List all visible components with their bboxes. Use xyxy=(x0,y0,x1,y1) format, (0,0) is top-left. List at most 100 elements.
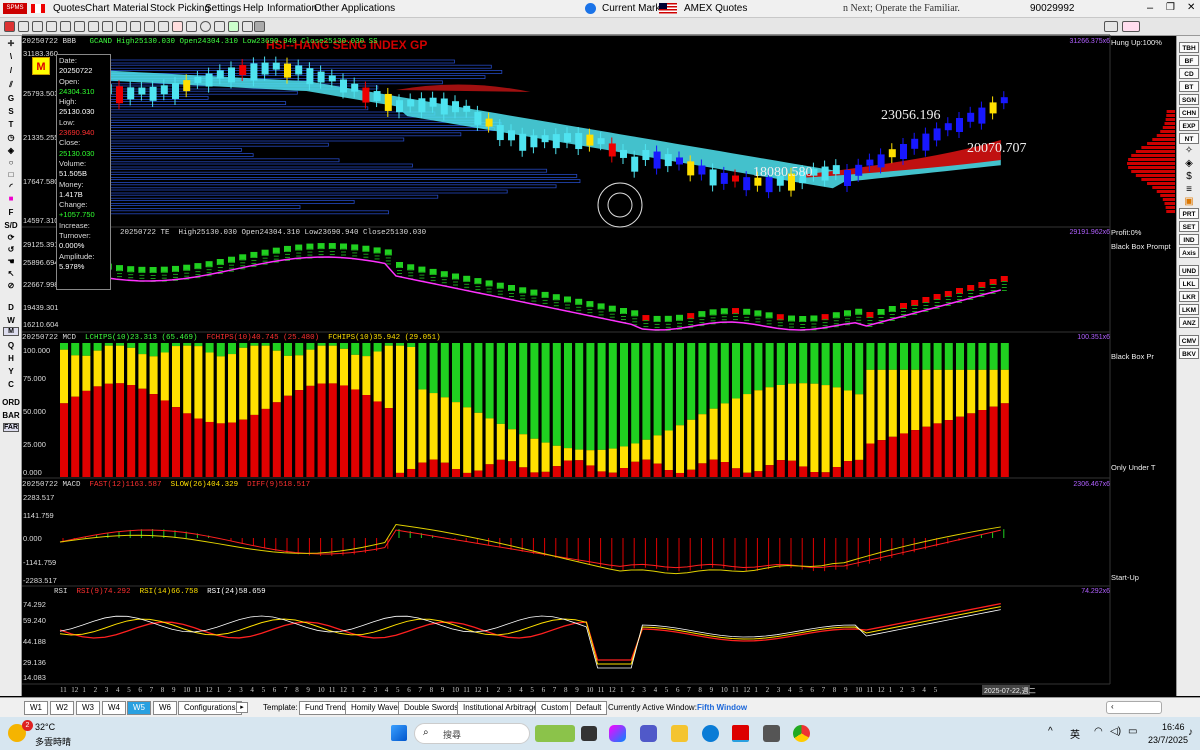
chip-bar-red xyxy=(855,459,864,477)
tab-configurations[interactable]: Configurations xyxy=(178,701,242,715)
edge-icon[interactable] xyxy=(702,725,719,742)
period-badge[interactable]: M xyxy=(32,57,50,75)
chip-bar-green xyxy=(384,343,393,346)
wifi-icon[interactable]: ◠ xyxy=(1094,726,1103,737)
template-double-swords[interactable]: Double Swords xyxy=(398,701,465,715)
tab-w2[interactable]: W2 xyxy=(50,701,74,715)
fan-line xyxy=(195,268,201,270)
candle-body xyxy=(384,93,392,111)
volume-profile-bar xyxy=(61,179,581,184)
volume-profile-bar xyxy=(61,194,439,199)
fan-line xyxy=(318,254,324,256)
candle-body xyxy=(653,151,661,169)
x-axis-tick-label: 11 xyxy=(194,686,201,694)
chip-bar-red xyxy=(541,471,550,477)
chip-bar-green xyxy=(967,343,976,370)
fan-line xyxy=(184,269,190,271)
chip-bar-red xyxy=(799,466,808,477)
x-axis-tick-label: 6 xyxy=(407,686,411,694)
candle-body xyxy=(272,62,280,70)
fan-line xyxy=(766,320,772,322)
chart-canvas[interactable]: 11 12 1 2 3 4 5 6 7 8 9 10 11 12 1 2 3 4 5 6 7 8 9 10 11 12 1 2 3 4 5 6… xyxy=(0,0,1200,750)
chip-bar-red xyxy=(642,459,651,477)
windows-start-icon[interactable] xyxy=(391,725,407,741)
fan-line xyxy=(979,287,985,288)
chip-bar-yellow xyxy=(900,369,908,434)
fan-line xyxy=(800,320,806,322)
template-institutional-arbitrage[interactable]: Institutional Arbitrage xyxy=(457,701,544,715)
template-fund-trend[interactable]: Fund Trend xyxy=(299,701,352,715)
tt-low-label: Low: xyxy=(59,117,75,127)
chip-bar-yellow xyxy=(508,429,516,462)
widget-icon[interactable] xyxy=(535,725,575,742)
candle-body xyxy=(205,73,213,87)
chevron-up-icon[interactable]: ^ xyxy=(1048,726,1053,737)
fan-line xyxy=(374,252,380,254)
store-icon[interactable] xyxy=(763,725,780,742)
search-box[interactable]: ⌕ 搜尋 xyxy=(414,723,530,744)
chip-bar-green xyxy=(575,343,584,450)
tab-w6[interactable]: W6 xyxy=(153,701,177,715)
notification-bell-icon[interactable]: ♪ xyxy=(1188,727,1193,738)
candle-body xyxy=(900,144,907,159)
x-axis-tick-label: 2 xyxy=(362,686,366,694)
x-axis-tick-label: 7 xyxy=(822,686,826,694)
explorer-icon[interactable] xyxy=(671,725,688,742)
chip-bar-yellow xyxy=(272,350,281,403)
chip-bar-green xyxy=(832,343,841,388)
teams-icon[interactable] xyxy=(640,725,657,742)
tt-open-label: Open: xyxy=(59,76,80,86)
template-default[interactable]: Default xyxy=(570,701,608,715)
tt-close-label: Close: xyxy=(59,138,81,148)
chip-bar-yellow xyxy=(967,369,976,414)
tab-w1[interactable]: W1 xyxy=(24,701,48,715)
candle-body xyxy=(608,143,616,157)
fan-line xyxy=(677,319,682,321)
chip-bar-red xyxy=(832,467,841,477)
tab-w4[interactable]: W4 xyxy=(102,701,126,715)
fan-line xyxy=(520,298,526,300)
rsi-line xyxy=(59,602,1001,661)
fan-line xyxy=(553,305,559,307)
scroll-left-icon[interactable]: ‹ xyxy=(1106,701,1162,714)
fan-line xyxy=(609,313,615,315)
trading-app-icon[interactable] xyxy=(732,725,749,742)
chip-bar-yellow xyxy=(160,352,169,401)
template-custom[interactable]: Custom xyxy=(535,701,575,715)
tt-turnover-label: Turnover: xyxy=(59,231,91,241)
x-axis-tick-label: 3 xyxy=(374,686,378,694)
fan-line xyxy=(329,254,335,256)
tab-w5[interactable]: W5 xyxy=(127,701,151,715)
x-axis-tick-label: 9 xyxy=(710,686,714,694)
fan-line xyxy=(475,289,481,291)
chip-bar-yellow xyxy=(564,448,572,461)
data-tooltip: Date: 20250722 Open: 24304.310 High: 251… xyxy=(56,54,111,290)
battery-icon[interactable]: ▭ xyxy=(1128,726,1137,737)
chip-bar-red xyxy=(317,383,326,477)
candle-body xyxy=(956,118,963,132)
fan-line xyxy=(957,296,962,297)
fan-line xyxy=(419,271,425,273)
chip-bar-red xyxy=(844,461,852,477)
template-arrow-icon[interactable]: ▸ xyxy=(236,702,248,713)
tab-w3[interactable]: W3 xyxy=(76,701,100,715)
taskview-icon[interactable] xyxy=(581,726,597,741)
x-axis-tick-label: 9 xyxy=(306,686,310,694)
chip-bar-red xyxy=(138,388,147,477)
fan-line xyxy=(789,323,794,325)
chip-bar-red xyxy=(384,408,393,477)
ime-indicator[interactable]: 英 xyxy=(1070,726,1080,741)
template-homily-wave[interactable]: Homily Wave xyxy=(345,701,404,715)
candle-body xyxy=(944,123,952,131)
fan-line xyxy=(217,270,223,272)
x-axis-tick-label: 10 xyxy=(721,686,729,694)
chip-bar-green xyxy=(642,343,651,440)
fan-line xyxy=(206,266,212,268)
copilot-icon[interactable] xyxy=(609,725,626,742)
chip-bar-yellow xyxy=(832,387,841,468)
chrome-icon[interactable] xyxy=(793,725,810,742)
volume-icon[interactable]: ◁) xyxy=(1110,726,1121,737)
x-axis-tick-label: 10 xyxy=(586,686,594,694)
chip-bar-yellow xyxy=(765,387,774,466)
x-axis-tick-label: 5 xyxy=(665,686,669,694)
